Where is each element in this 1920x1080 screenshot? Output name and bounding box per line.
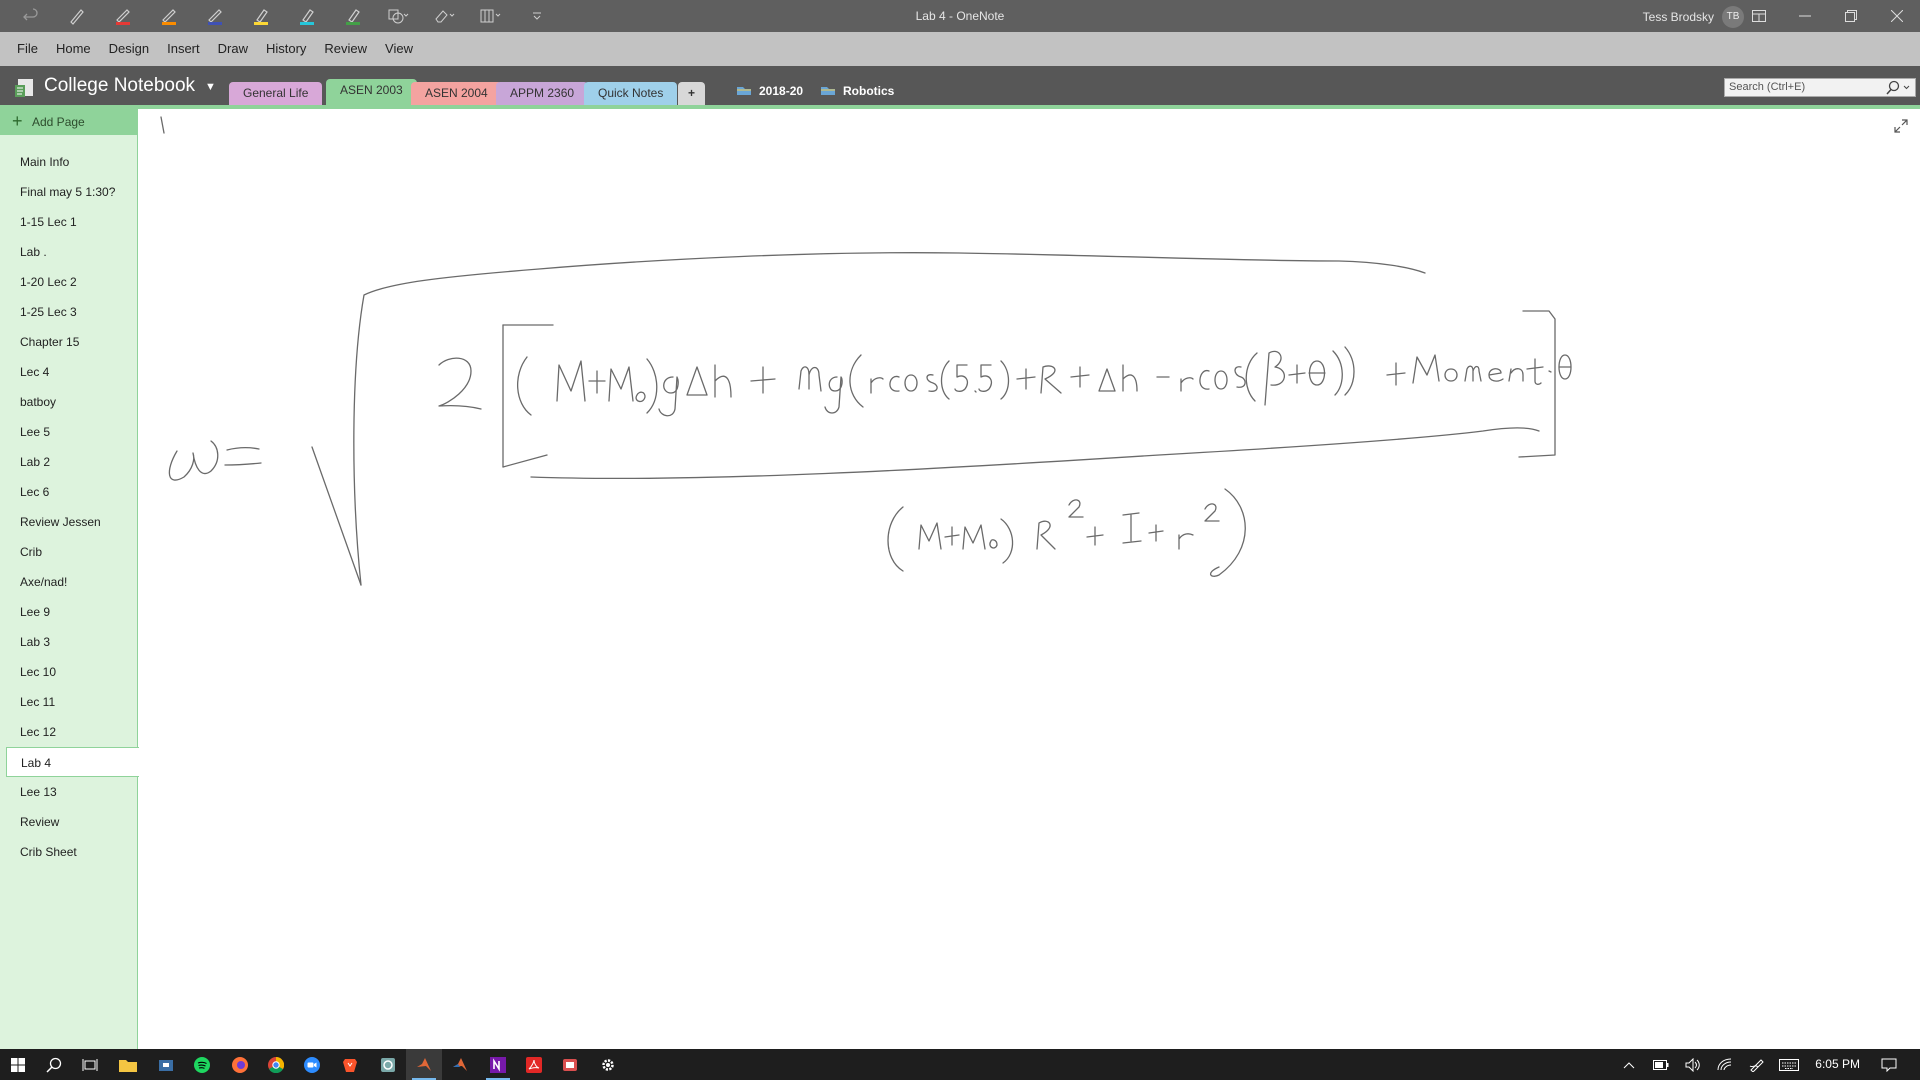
onenote-icon[interactable] xyxy=(480,1049,516,1080)
brave-icon[interactable] xyxy=(332,1049,368,1080)
section-tab-asen-2004[interactable]: ASEN 2004 xyxy=(411,82,502,105)
page-item[interactable]: Review xyxy=(0,807,138,837)
settings-icon[interactable] xyxy=(590,1049,626,1080)
app-red-icon[interactable] xyxy=(552,1049,588,1080)
page-item[interactable]: Lab 2 xyxy=(0,447,138,477)
page-item[interactable]: Lec 6 xyxy=(0,477,138,507)
chevron-up-icon[interactable] xyxy=(1614,1049,1644,1080)
page-item[interactable]: Chapter 15 xyxy=(0,327,138,357)
tab-design[interactable]: Design xyxy=(100,32,158,66)
matlab-icon[interactable] xyxy=(442,1049,478,1080)
handwritten-ink[interactable] xyxy=(139,109,1920,1049)
window-title: Lab 4 - OneNote xyxy=(915,9,1005,23)
battery-icon[interactable] xyxy=(1646,1049,1676,1080)
add-page-label: Add Page xyxy=(32,115,85,129)
tab-file[interactable]: File xyxy=(8,32,47,66)
page-item[interactable]: Crib Sheet xyxy=(0,837,138,867)
section-group-2018-20[interactable]: 2018-20 xyxy=(759,84,803,98)
section-tab-general-life[interactable]: General Life xyxy=(229,82,323,105)
tab-view[interactable]: View xyxy=(376,32,422,66)
tab-draw[interactable]: Draw xyxy=(209,32,257,66)
notebook-navigation-bar: College Notebook ▼ General Life ASEN 200… xyxy=(0,66,1920,105)
page-item[interactable]: Lab 4 xyxy=(6,747,139,777)
page-item[interactable]: Lec 4 xyxy=(0,357,138,387)
matlab-icon[interactable] xyxy=(406,1049,442,1080)
zoom-icon[interactable] xyxy=(294,1049,330,1080)
section-tab-quick-notes[interactable]: Quick Notes xyxy=(584,82,678,105)
plus-icon: + xyxy=(12,111,23,131)
start-icon[interactable] xyxy=(0,1049,36,1080)
page-item[interactable]: Lee 13 xyxy=(0,777,138,807)
close-icon[interactable] xyxy=(1874,0,1920,32)
notification-center-icon[interactable] xyxy=(1874,1049,1904,1080)
page-item[interactable]: Axe/nad! xyxy=(0,567,138,597)
page-list: + Add Page Main Info Final may 5 1:30? 1-1… xyxy=(0,109,139,1049)
spotify-icon[interactable] xyxy=(184,1049,220,1080)
page-item[interactable]: Review Jessen xyxy=(0,507,138,537)
tab-history[interactable]: History xyxy=(257,32,315,66)
section-group-icon xyxy=(821,87,835,95)
add-page-button[interactable]: + Add Page xyxy=(0,109,138,135)
page-item[interactable]: 1-25 Lec 3 xyxy=(0,297,138,327)
section-group-icon xyxy=(737,87,751,95)
page-item[interactable]: Lee 9 xyxy=(0,597,138,627)
keyboard-icon[interactable] xyxy=(1774,1049,1804,1080)
page-item[interactable]: Lab 3 xyxy=(0,627,138,657)
page-item[interactable]: Lec 10 xyxy=(0,657,138,687)
section-group-robotics[interactable]: Robotics xyxy=(843,84,894,98)
clock[interactable]: 6:05 PM xyxy=(1815,1049,1860,1080)
page-item[interactable]: 1-20 Lec 2 xyxy=(0,267,138,297)
user-name[interactable]: Tess Brodsky xyxy=(1643,0,1714,32)
store-icon[interactable] xyxy=(148,1049,184,1080)
page-item[interactable]: Crib xyxy=(0,537,138,567)
wifi-icon[interactable] xyxy=(1710,1049,1740,1080)
page-item[interactable]: Lec 12 xyxy=(0,717,138,747)
pen-workspace-icon[interactable] xyxy=(1742,1049,1772,1080)
search-icon[interactable] xyxy=(36,1049,72,1080)
task-view-icon[interactable] xyxy=(72,1049,108,1080)
section-tab-asen-2003[interactable]: ASEN 2003 xyxy=(326,79,417,105)
file-explorer-icon[interactable] xyxy=(110,1049,146,1080)
chrome-icon[interactable] xyxy=(258,1049,294,1080)
firefox-icon[interactable] xyxy=(222,1049,258,1080)
acrobat-icon[interactable] xyxy=(516,1049,552,1080)
taskbar: 6:05 PM xyxy=(0,1049,1920,1080)
volume-icon[interactable] xyxy=(1678,1049,1708,1080)
tab-insert[interactable]: Insert xyxy=(158,32,209,66)
page-item[interactable]: batboy xyxy=(0,387,138,417)
title-bar: Lab 4 - OneNote Tess Brodsky TB xyxy=(0,0,1920,32)
add-section-button[interactable]: + xyxy=(678,82,706,105)
page-item[interactable]: Lee 5 xyxy=(0,417,138,447)
notebook-name[interactable]: College Notebook xyxy=(44,75,195,97)
page-item[interactable]: Main Info xyxy=(0,147,138,177)
section-tab-appm-2360[interactable]: APPM 2360 xyxy=(496,82,589,105)
minimize-icon[interactable] xyxy=(1782,0,1828,32)
ribbon-tabs: File Home Design Insert Draw History Rev… xyxy=(0,32,1920,66)
page-item[interactable]: Final may 5 1:30? xyxy=(0,177,138,207)
restore-icon[interactable] xyxy=(1828,0,1874,32)
notebook-icon xyxy=(15,79,33,97)
page-item[interactable]: Lab . xyxy=(0,237,138,267)
app-icon[interactable] xyxy=(370,1049,406,1080)
ribbon-display-icon[interactable] xyxy=(1736,0,1782,32)
page-item[interactable]: Lec 11 xyxy=(0,687,138,717)
search-icon[interactable] xyxy=(1884,80,1912,96)
tab-home[interactable]: Home xyxy=(47,32,100,66)
tab-review[interactable]: Review xyxy=(315,32,376,66)
chevron-down-icon[interactable]: ▼ xyxy=(205,81,216,93)
page-item[interactable]: 1-15 Lec 1 xyxy=(0,207,138,237)
page-canvas[interactable] xyxy=(139,109,1920,1049)
